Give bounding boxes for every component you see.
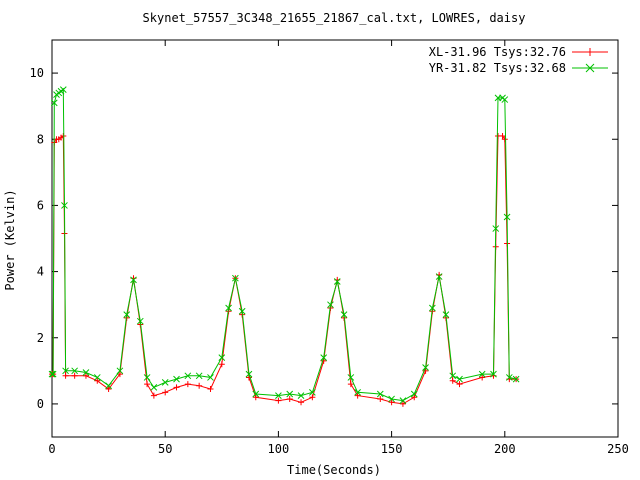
chart-title: Skynet_57557_3C348_21655_21867_cal.txt, … xyxy=(143,11,526,25)
x-axis-label: Time(Seconds) xyxy=(287,463,381,477)
y-tick-label: 2 xyxy=(37,331,44,345)
y-tick-label: 6 xyxy=(37,198,44,212)
x-tick-label: 0 xyxy=(48,442,55,456)
x-tick-label: 50 xyxy=(158,442,172,456)
y-tick-label: 4 xyxy=(37,265,44,279)
legend-label: YR-31.82 Tsys:32.68 xyxy=(429,61,566,75)
x-tick-label: 100 xyxy=(268,442,290,456)
legend-label: XL-31.96 Tsys:32.76 xyxy=(429,45,566,59)
chart: Skynet_57557_3C348_21655_21867_cal.txt, … xyxy=(0,0,640,480)
y-tick-label: 8 xyxy=(37,132,44,146)
x-tick-label: 150 xyxy=(381,442,403,456)
y-axis-label: Power (Kelvin) xyxy=(3,189,17,290)
y-tick-label: 0 xyxy=(37,397,44,411)
y-tick-label: 10 xyxy=(30,66,44,80)
x-tick-label: 250 xyxy=(607,442,629,456)
x-tick-label: 200 xyxy=(494,442,516,456)
